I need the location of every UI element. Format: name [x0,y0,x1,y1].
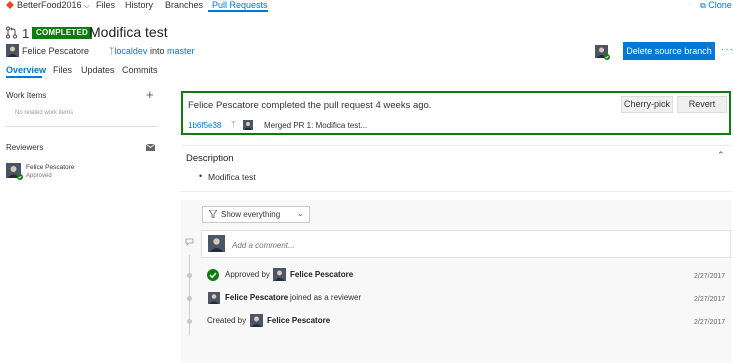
completed-message: Felice Pescatore completed the pull requ… [188,100,432,111]
source-branch-link[interactable]: localdev [114,46,147,56]
chevron-down-icon: ⌵ [84,3,90,10]
nav-active-indicator [208,10,268,12]
branch-info: ᛉlocaldev into master [109,46,195,56]
pull-request-icon [5,26,18,39]
comment-input[interactable] [232,238,712,252]
event-user: Felice Pescatore [290,270,354,279]
add-work-item-icon[interactable]: + [146,87,154,102]
reviewers-heading: Reviewers [6,143,44,152]
filter-label: Show everything [221,210,281,219]
comment-input-container[interactable] [201,230,731,258]
repo-icon [6,1,14,9]
tab-files[interactable]: Files [53,65,72,75]
chevron-down-icon: ⌄ [297,209,304,218]
pr-id: 1 [22,26,30,41]
mail-icon[interactable] [145,143,156,153]
author-name: Felice Pescatore [22,46,90,56]
event-avatar [273,268,286,283]
bullet-icon: • [199,171,203,181]
author-avatar [6,44,19,59]
approver-avatar [595,45,610,62]
event-suffix: joined as a reviewer [290,293,362,302]
project-selector[interactable]: BetterFood2016 ⌵ [17,0,89,13]
nav-branches[interactable]: Branches [165,0,203,11]
work-items-heading: Work Items [6,91,47,100]
tab-active-indicator [6,76,42,78]
merge-message: Merged PR 1: Modifica test... [264,121,368,130]
clone-icon: ⧉ [700,1,706,10]
target-branch-link[interactable]: master [167,46,195,56]
work-items-empty: No related work items [15,110,74,116]
nav-history[interactable]: History [125,0,153,11]
tab-commits[interactable]: Commits [122,65,158,75]
event-avatar [250,314,263,329]
commit-link[interactable]: 1b6f5e38 [188,121,221,130]
completed-banner: Felice Pescatore completed the pull requ… [181,91,731,135]
event-avatar [208,292,220,306]
revert-button[interactable]: Revert [677,96,727,113]
page-title: Modifica test [89,24,168,40]
activity-event-joined: Felice Pescatore joined as a reviewer 2/… [207,291,731,307]
comment-icon [185,238,194,248]
sidebar-divider [6,126,158,127]
reviewer-avatar [6,163,23,182]
commit-icon: ᛉ [231,120,236,129]
filter-icon [208,209,218,220]
merge-avatar [243,120,253,132]
activity-event-approved: Approved by Felice Pescatore 2/27/2017 [207,268,731,284]
into-label: into [149,46,165,56]
description-heading: Description [186,153,234,164]
timeline-dot [187,296,192,301]
status-badge: COMPLETED [32,27,93,39]
event-date: 2/27/2017 [694,319,726,326]
timeline-dot [187,319,192,324]
activity-filter-dropdown[interactable]: Show everything ⌄ [202,206,310,223]
event-prefix: Created by [207,316,247,325]
event-user: Felice Pescatore [225,293,289,302]
commenter-avatar [208,235,225,254]
description-panel: Description ⌃ • Modifica test [181,145,731,192]
tab-overview[interactable]: Overview [6,65,46,75]
cherry-pick-button[interactable]: Cherry-pick [621,96,673,113]
reviewer-name: Felice Pescatore [26,164,75,171]
description-text: Modifica test [208,172,256,182]
tab-updates[interactable]: Updates [81,65,115,75]
reviewer-status: Approved [26,173,52,179]
nav-files[interactable]: Files [96,0,115,11]
more-actions-icon[interactable]: ··· [721,44,733,55]
top-nav: BetterFood2016 ⌵ Files History Branches … [0,0,733,12]
event-user: Felice Pescatore [267,316,331,325]
event-date: 2/27/2017 [694,296,726,303]
timeline-dot [187,273,192,278]
activity-event-created: Created by Felice Pescatore 2/27/2017 [207,314,731,330]
event-prefix: Approved by [225,270,270,279]
delete-source-branch-button[interactable]: Delete source branch [623,42,715,60]
event-date: 2/27/2017 [694,273,726,280]
check-circle-icon [207,269,219,283]
clone-button[interactable]: ⧉ Clone [700,0,732,12]
collapse-icon[interactable]: ⌃ [717,150,725,161]
